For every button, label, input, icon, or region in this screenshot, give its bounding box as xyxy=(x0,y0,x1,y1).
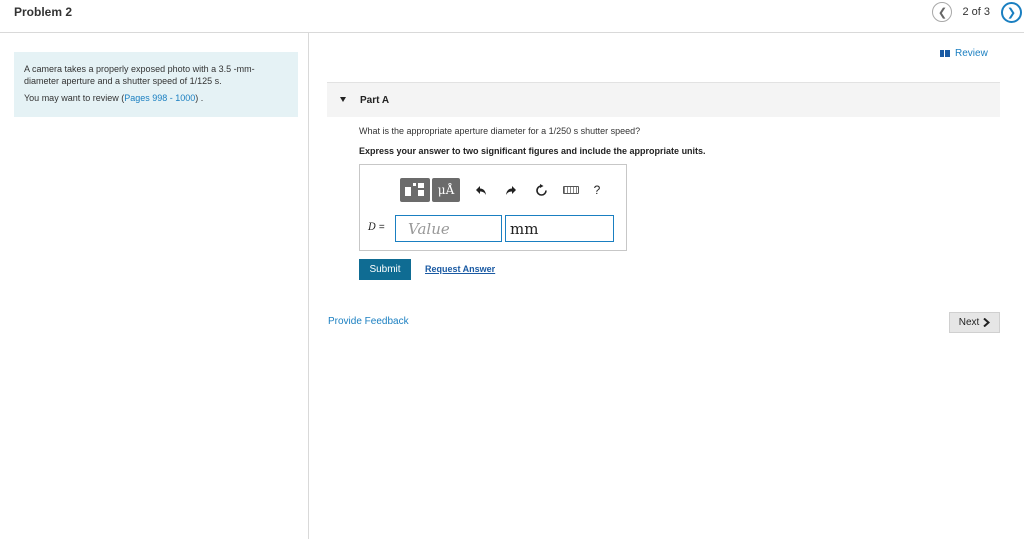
review-bars-icon xyxy=(940,50,950,57)
undo-icon xyxy=(476,186,486,195)
reset-button[interactable] xyxy=(526,178,556,202)
problem-info-box: A camera takes a properly exposed photo … xyxy=(14,52,298,117)
top-bar: Problem 2 ❮ 2 of 3 ❯ xyxy=(0,0,1024,33)
part-a-header[interactable]: Part A xyxy=(327,82,1000,117)
review-label: Review xyxy=(955,48,988,59)
chevron-right-icon: ❯ xyxy=(1006,6,1017,19)
help-button[interactable]: ? xyxy=(586,178,608,202)
pages-link[interactable]: Pages 998 - 1000 xyxy=(124,93,195,103)
variable-symbol: D xyxy=(368,222,377,233)
redo-icon xyxy=(506,186,516,195)
next-problem-button[interactable]: ❯ xyxy=(1001,1,1022,23)
pager: ❮ 2 of 3 ❯ xyxy=(932,1,1024,23)
provide-feedback-link[interactable]: Provide Feedback xyxy=(328,316,409,327)
caret-down-icon xyxy=(340,97,346,102)
templates-icon xyxy=(405,183,424,196)
review-hint-suffix: ) . xyxy=(195,93,204,103)
previous-problem-button[interactable]: ❮ xyxy=(932,2,953,22)
pager-count: 2 of 3 xyxy=(962,6,990,18)
answer-box: μÅ ? D = Value mm xyxy=(359,164,627,251)
redo-button[interactable] xyxy=(496,178,526,202)
value-input[interactable]: Value xyxy=(395,215,502,242)
submit-button[interactable]: Submit xyxy=(359,259,411,280)
keyboard-icon xyxy=(563,186,579,194)
review-link[interactable]: Review xyxy=(940,48,988,59)
templates-button[interactable] xyxy=(400,178,430,202)
request-answer-link[interactable]: Request Answer xyxy=(425,264,495,274)
keyboard-button[interactable] xyxy=(556,178,586,202)
units-button[interactable]: μÅ xyxy=(432,178,460,202)
instruction-text: Express your answer to two significant f… xyxy=(359,146,706,156)
problem-title: Problem 2 xyxy=(14,5,73,19)
review-hint: You may want to review (Pages 998 - 1000… xyxy=(24,92,288,104)
chevron-right-icon xyxy=(983,318,991,327)
next-button[interactable]: Next xyxy=(949,312,1000,333)
reset-icon xyxy=(535,183,547,196)
left-panel: A camera takes a properly exposed photo … xyxy=(0,33,309,539)
chevron-left-icon: ❮ xyxy=(937,6,948,19)
unit-input[interactable]: mm xyxy=(505,215,614,242)
problem-text: A camera takes a properly exposed photo … xyxy=(24,64,255,86)
question-text: What is the appropriate aperture diamete… xyxy=(359,126,641,136)
variable-label: D = xyxy=(368,222,385,233)
equals-sign: = xyxy=(378,222,385,233)
next-label: Next xyxy=(958,317,980,328)
review-hint-prefix: You may want to review ( xyxy=(24,93,125,103)
undo-button[interactable] xyxy=(466,178,496,202)
part-title: Part A xyxy=(360,95,390,106)
math-toolbar: μÅ ? xyxy=(400,178,608,202)
